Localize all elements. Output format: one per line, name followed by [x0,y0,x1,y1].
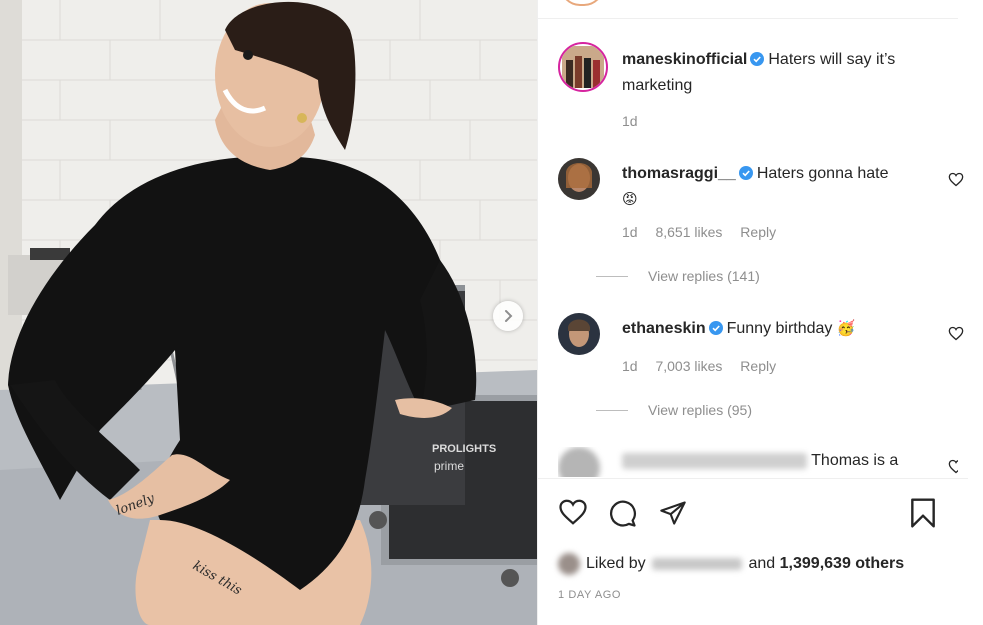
comment-likes[interactable]: 7,003 likes [655,358,722,374]
liked-by-line: Liked by hidden_user and 1,399,639 other… [558,552,904,576]
actions-divider [538,478,968,479]
commenter-username[interactable]: hidden_username [622,452,807,469]
paper-plane-icon[interactable] [658,499,688,527]
verified-badge-icon [750,50,765,74]
view-replies-button[interactable]: View replies (141) [596,268,760,284]
commenter-username[interactable]: ethaneskin [622,320,706,337]
post-photo[interactable]: PROLIGHTS prime lonely kiss this [0,0,537,625]
comment-time[interactable]: 1d [622,224,638,240]
comment-like-heart-icon[interactable] [948,326,964,341]
liked-by-others[interactable]: 1,399,639 others [780,555,905,572]
header-avatar-ring[interactable] [560,0,604,6]
commenter-avatar[interactable] [558,313,600,355]
comment-item: ethaneskin Funny birthday 🥳 1d 7,003 like… [558,313,964,423]
caption-time[interactable]: 1d [622,113,638,129]
liked-by-avatar[interactable] [558,552,580,575]
chevron-right-icon [505,310,513,322]
commenter-avatar[interactable] [558,447,600,477]
verified-badge-icon [738,164,753,188]
bookmark-icon[interactable] [909,497,937,529]
author-username[interactable]: maneskinofficial [622,51,747,68]
party-emoji-icon: 🥳 [836,320,856,337]
post-comments-panel: maneskinofficial Haters will say it’s mar… [537,0,983,625]
post-date[interactable]: 1 DAY AGO [558,589,621,601]
liked-by-and: and [748,555,776,572]
comment-item: hidden_username Thomas is a [558,447,958,477]
liked-by-user[interactable]: hidden_user [652,557,743,570]
heart-icon[interactable] [558,498,588,526]
band-photo-icon [562,46,604,88]
comment-text: Haters gonna hate [756,165,889,182]
comment-time[interactable]: 1d [622,358,638,374]
comment-text: Thomas is a [811,452,899,469]
comment-text: Funny birthday [726,320,833,337]
author-avatar[interactable] [558,42,608,92]
angry-emoji-icon: 😡 [622,191,638,208]
photo-illustration: PROLIGHTS prime lonely kiss this [0,0,537,625]
commenter-avatar[interactable] [558,158,600,200]
view-replies-button[interactable]: View replies (95) [595,402,752,418]
comment-item: thomasraggi__ Haters gonna hate 😡 1d 8,65… [558,158,964,288]
header-divider [538,18,958,19]
case-label-1: PROLIGHTS [432,443,496,455]
commenter-username[interactable]: thomasraggi__ [622,165,736,182]
comment-likes[interactable]: 8,651 likes [655,224,722,240]
user-photo-icon [558,158,600,200]
case-label-2: prime [434,459,464,473]
reply-button[interactable]: Reply [740,224,776,240]
comment-like-heart-icon[interactable] [948,172,964,187]
comment-like-heart-icon[interactable] [948,459,958,474]
next-photo-button[interactable] [493,301,523,331]
post-caption: maneskinofficial Haters will say it’s mar… [558,42,958,137]
comment-icon[interactable] [607,498,637,528]
verified-badge-icon [708,319,723,343]
reply-button[interactable]: Reply [740,358,776,374]
user-photo-icon [558,313,600,355]
liked-by-prefix: Liked by [586,555,646,572]
